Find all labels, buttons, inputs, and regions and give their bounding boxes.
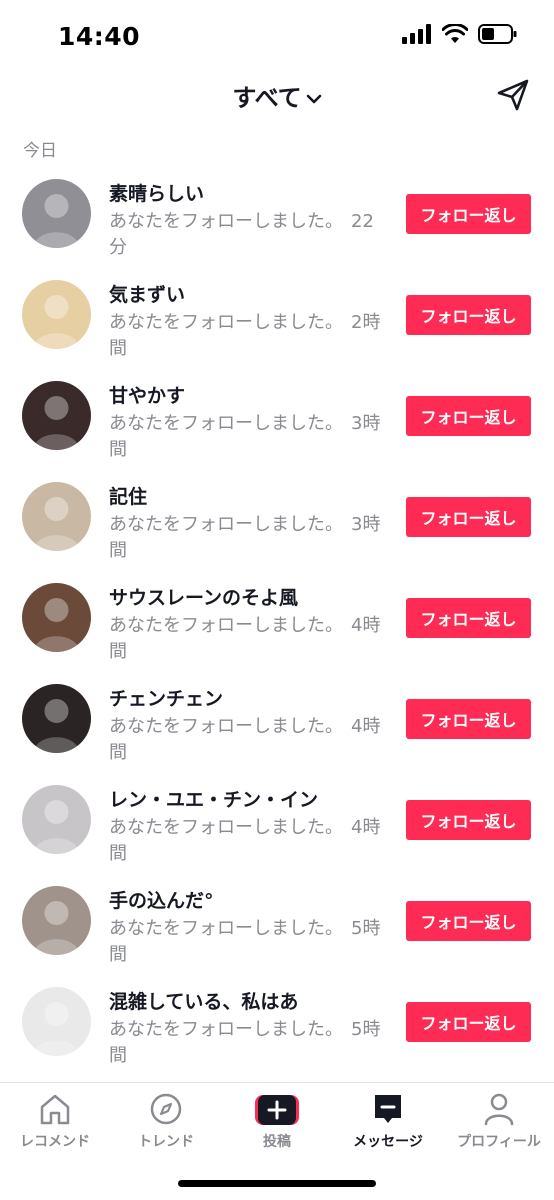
notification-text: 甘やかすあなたをフォローしました。 3時間 [109,383,384,463]
notification-row[interactable]: 素晴らしいあなたをフォローしました。 22分 フォロー返し [0,172,554,273]
user-name: サウスレーンのそよ風 [109,587,299,609]
message-text: あなたをフォローしました。 [109,1019,343,1040]
notification-message: あなたをフォローしました。 3時間 [109,512,384,564]
nav-label: トレンド [138,1134,194,1150]
user-name: 混雑している、私はあ [109,991,299,1013]
nav-label: メッセージ [353,1134,423,1150]
notification-message: あなたをフォローしました。 5時間 [109,916,384,968]
message-text: あなたをフォローしました。 [109,312,343,333]
notification-message: あなたをフォローしました。 22分 [109,209,384,261]
nav-label: レコメンド [20,1134,90,1150]
chevron-down-icon [306,94,321,104]
home-indicator [178,1180,376,1187]
notification-row[interactable]: 混雑している、私はああなたをフォローしました。 5時間 フォロー返し [0,980,554,1081]
avatar[interactable] [22,583,91,652]
section-label-today: 今日 [23,141,57,161]
follow-back-button[interactable]: フォロー返し [406,295,531,335]
header: すべて [0,70,554,120]
message-text: あなたをフォローしました。 [109,817,343,838]
notification-text: チェンチェンあなたをフォローしました。 4時間 [109,686,384,766]
notification-text: 記住あなたをフォローしました。 3時間 [109,484,384,564]
notification-message: あなたをフォローしました。 3時間 [109,411,384,463]
header-title: すべて [232,84,302,112]
notification-message: あなたをフォローしました。 2時間 [109,310,384,362]
notification-row[interactable]: 気まずいあなたをフォローしました。 2時間 フォロー返し [0,273,554,374]
user-name: レン・ユエ・チン・イン [109,789,319,811]
notification-text: 混雑している、私はああなたをフォローしました。 5時間 [109,989,384,1069]
message-text: あなたをフォローしました。 [109,413,343,434]
notification-row[interactable]: 記住あなたをフォローしました。 3時間 フォロー返し [0,475,554,576]
user-icon [484,1093,514,1126]
follow-back-button[interactable]: フォロー返し [406,1002,531,1042]
notification-message: あなたをフォローしました。 4時間 [109,613,384,665]
cellular-signal-icon [402,24,431,44]
notification-list: 素晴らしい あなたをフォローしました。 22分 フォロー返し 気まずい あなたをフォローし… [0,172,554,1081]
user-name: 気まずい [109,284,186,306]
message-text: あなたをフォローしました。 [109,716,343,737]
notification-text: 手の込んだ° あなたをフォローしました。 5時間 [109,888,384,968]
avatar[interactable] [22,886,91,955]
notification-row[interactable]: 手の込んだ° あなたをフォローしました。 5時間 フォロー返し [0,879,554,980]
notification-message: あなたをフォローしました。 4時間 [109,714,384,766]
status-time: 14:40 [58,22,141,51]
avatar[interactable] [22,179,91,248]
follow-back-button[interactable]: フォロー返し [406,598,531,638]
filter-dropdown[interactable]: すべて [0,78,554,113]
user-name: 素晴らしい [109,183,205,205]
battery-icon [478,24,517,44]
follow-back-button[interactable]: フォロー返し [406,901,531,941]
plus-icon [255,1095,299,1125]
user-name: 甘やかす [109,385,186,407]
message-text: あなたをフォローしました。 [109,615,343,636]
notification-message: あなたをフォローしました。 5時間 [109,1017,384,1069]
notification-text: サウスレーンのそよ風あなたをフォローしました。 4時間 [109,585,384,665]
paper-plane-icon[interactable] [496,78,530,112]
avatar[interactable] [22,987,91,1056]
avatar[interactable] [22,280,91,349]
notification-message: あなたをフォローしました。 4時間 [109,815,384,867]
follow-back-button[interactable]: フォロー返し [406,699,531,739]
avatar[interactable] [22,381,91,450]
avatar[interactable] [22,482,91,551]
nav-label: プロフィール [457,1134,541,1150]
follow-back-button[interactable]: フォロー返し [406,396,531,436]
nav-item-messages[interactable]: メッセージ [333,1091,443,1151]
user-name: チェンチェン [109,688,224,710]
notification-row[interactable]: 甘やかすあなたをフォローしました。 3時間 フォロー返し [0,374,554,475]
compass-icon [150,1093,182,1125]
user-name: 記住 [109,486,148,508]
nav-label: 投稿 [263,1134,291,1150]
wifi-icon [442,24,468,43]
nav-item-profile[interactable]: プロフィール [444,1091,554,1151]
notification-text: 素晴らしいあなたをフォローしました。 22分 [109,181,384,261]
follow-back-button[interactable]: フォロー返し [406,497,531,537]
status-icons [402,24,518,44]
message-text: あなたをフォローしました。 [109,211,343,232]
nav-item-trend[interactable]: トレンド [111,1091,221,1151]
notification-text: 気まずいあなたをフォローしました。 2時間 [109,282,384,362]
notification-row[interactable]: チェンチェンあなたをフォローしました。 4時間 フォロー返し [0,677,554,778]
follow-back-button[interactable]: フォロー返し [406,800,531,840]
notification-row[interactable]: レン・ユエ・チン・インあなたをフォローしました。 4時間 フォロー返し [0,778,554,879]
nav-item-post[interactable]: 投稿 [222,1091,332,1151]
status-bar: 14:40 [0,0,554,70]
home-icon [40,1094,70,1125]
follow-back-button[interactable]: フォロー返し [406,194,531,234]
nav-item-recommend[interactable]: レコメンド [0,1091,110,1151]
notification-text: レン・ユエ・チン・インあなたをフォローしました。 4時間 [109,787,384,867]
avatar[interactable] [22,785,91,854]
notification-row[interactable]: サウスレーンのそよ風あなたをフォローしました。 4時間 フォロー返し [0,576,554,677]
inbox-icon [375,1095,401,1123]
message-text: あなたをフォローしました。 [109,918,343,939]
message-text: あなたをフォローしました。 [109,514,343,535]
user-name: 手の込んだ° [109,890,214,912]
avatar[interactable] [22,684,91,753]
